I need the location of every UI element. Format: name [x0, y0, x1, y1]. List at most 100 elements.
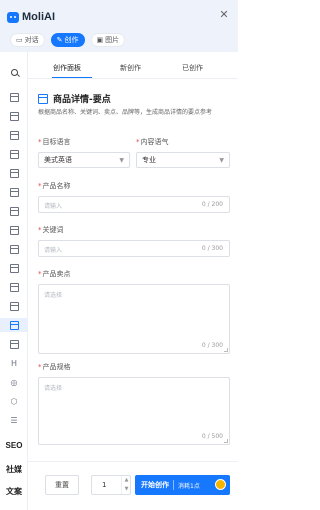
quantity-value: 1 [102, 481, 107, 489]
chevron-up-icon[interactable]: ▲ [122, 476, 131, 485]
image-icon: ▣ [96, 36, 104, 44]
sidebar-item[interactable]: ☰ [0, 413, 28, 427]
stepper-arrows: ▲ ▼ [121, 476, 130, 494]
panel-description: 根据商品名称、关键词、卖点、品牌等，生成商品详情的要点参考 [38, 109, 213, 116]
template-icon [9, 320, 19, 330]
target-icon: ◎ [10, 377, 18, 387]
resize-handle-icon[interactable] [224, 348, 228, 352]
heading-icon: H [10, 358, 17, 368]
sidebar-item[interactable] [0, 90, 28, 104]
mode-tab-label: 对话 [24, 36, 39, 44]
start-create-button[interactable]: 开始创作 消耗1点 [135, 475, 230, 495]
robot-logo-icon [7, 11, 19, 23]
list-icon: ☰ [10, 415, 18, 425]
input-placeholder: 请选择 [44, 292, 63, 299]
sidebar-item[interactable] [0, 299, 28, 313]
keywords-input[interactable]: 请输入 0 / 300 [38, 240, 230, 257]
template-icon [9, 282, 19, 292]
chevron-down-icon[interactable]: ▼ [122, 485, 131, 494]
field-label: *目标语言 [38, 138, 71, 146]
tab-divider [28, 78, 238, 79]
close-icon[interactable]: ✕ [218, 9, 230, 21]
action-footer: 重置 1 ▲ ▼ 开始创作 消耗1点 [28, 461, 238, 510]
template-icon [9, 339, 19, 349]
template-icon [9, 130, 19, 140]
header: MoliAI ✕ ▭ 对话 ✎ 创作 ▣ 图片 [0, 0, 238, 52]
selling-points-textarea[interactable]: 请选择 0 / 300 [38, 284, 230, 354]
sidebar-item[interactable]: ⬡ [0, 394, 28, 408]
coin-icon [215, 479, 226, 490]
reset-button[interactable]: 重置 [45, 475, 79, 495]
panel-title-text: 商品详情-要点 [53, 95, 111, 105]
app-logo: MoliAI [7, 11, 55, 23]
select-value: 专业 [142, 156, 156, 164]
char-counter: 0 / 200 [201, 201, 223, 208]
template-icon [9, 206, 19, 216]
quantity-stepper[interactable]: 1 ▲ ▼ [91, 475, 131, 495]
language-select[interactable]: 美式英语 ▼ [38, 152, 130, 168]
sidebar-item-copy[interactable]: 文案 [0, 484, 28, 498]
sidebar-item[interactable]: H [0, 356, 28, 370]
chevron-down-icon: ▼ [119, 157, 124, 164]
select-value: 美式英语 [44, 156, 72, 164]
cube-icon: ⬡ [10, 396, 18, 406]
sidebar-search[interactable] [0, 65, 28, 79]
sidebar-item[interactable]: ◎ [0, 375, 28, 389]
char-counter: 0 / 500 [201, 433, 223, 440]
edit-icon: ✎ [56, 36, 63, 44]
template-icon [9, 244, 19, 254]
sidebar-item[interactable] [0, 109, 28, 123]
input-placeholder: 请输入 [44, 203, 63, 210]
cost-label: 消耗1点 [178, 482, 200, 490]
field-label: *关键词 [38, 226, 64, 234]
sidebar-item-social[interactable]: 社媒 [0, 462, 28, 476]
sidebar-item[interactable] [0, 147, 28, 161]
sidebar-item[interactable] [0, 280, 28, 294]
char-counter: 0 / 300 [201, 245, 223, 252]
mode-tab-chat[interactable]: ▭ 对话 [10, 33, 45, 47]
tab-created[interactable]: 已创作 [182, 63, 203, 73]
template-icon [9, 301, 19, 311]
template-icon [9, 149, 19, 159]
mode-tab-image[interactable]: ▣ 图片 [90, 33, 126, 47]
mode-tab-label: 图片 [105, 36, 120, 44]
app-window: MoliAI ✕ ▭ 对话 ✎ 创作 ▣ 图片 H ◎ ⬡ ☰ SEO 社媒 文… [0, 0, 238, 510]
char-counter: 0 / 300 [201, 342, 223, 349]
sidebar-item[interactable] [0, 204, 28, 218]
start-button-label: 开始创作 [141, 481, 169, 489]
field-label: *产品规格 [38, 363, 71, 371]
chat-icon: ▭ [16, 36, 23, 44]
sidebar-item-seo[interactable]: SEO [0, 438, 28, 452]
mode-tab-create[interactable]: ✎ 创作 [50, 33, 85, 47]
template-icon [9, 187, 19, 197]
tab-panel[interactable]: 创作面板 [53, 63, 81, 73]
sidebar-item[interactable] [0, 128, 28, 142]
panel-title: 商品详情-要点 [38, 92, 111, 105]
chevron-down-icon: ▼ [219, 157, 224, 164]
field-label: *产品名称 [38, 182, 71, 190]
product-name-input[interactable]: 请输入 0 / 200 [38, 196, 230, 213]
field-label: *内容语气 [136, 138, 169, 146]
content-tabs: 创作面板 新创作 已创作 [28, 63, 238, 77]
template-icon [9, 263, 19, 273]
sidebar-item[interactable] [0, 261, 28, 275]
input-placeholder: 请选择 [44, 385, 63, 392]
divider [173, 480, 174, 490]
tab-new[interactable]: 新创作 [120, 63, 141, 73]
sidebar-item[interactable] [0, 166, 28, 180]
specs-textarea[interactable]: 请选择 0 / 500 [38, 377, 230, 445]
sidebar-item[interactable] [0, 185, 28, 199]
sidebar-item-label: SEO [5, 440, 23, 450]
template-icon [38, 93, 48, 104]
input-placeholder: 请输入 [44, 247, 63, 254]
sidebar-item[interactable] [0, 223, 28, 237]
tone-select[interactable]: 专业 ▼ [136, 152, 230, 168]
sidebar-item-active[interactable] [0, 318, 28, 332]
sidebar-item[interactable] [0, 242, 28, 256]
sidebar: H ◎ ⬡ ☰ SEO 社媒 文案 [0, 52, 28, 510]
template-icon [9, 225, 19, 235]
sidebar-item-label: 文案 [6, 486, 22, 496]
sidebar-item[interactable] [0, 337, 28, 351]
mode-tabs: ▭ 对话 ✎ 创作 ▣ 图片 [10, 33, 126, 47]
resize-handle-icon[interactable] [224, 439, 228, 443]
